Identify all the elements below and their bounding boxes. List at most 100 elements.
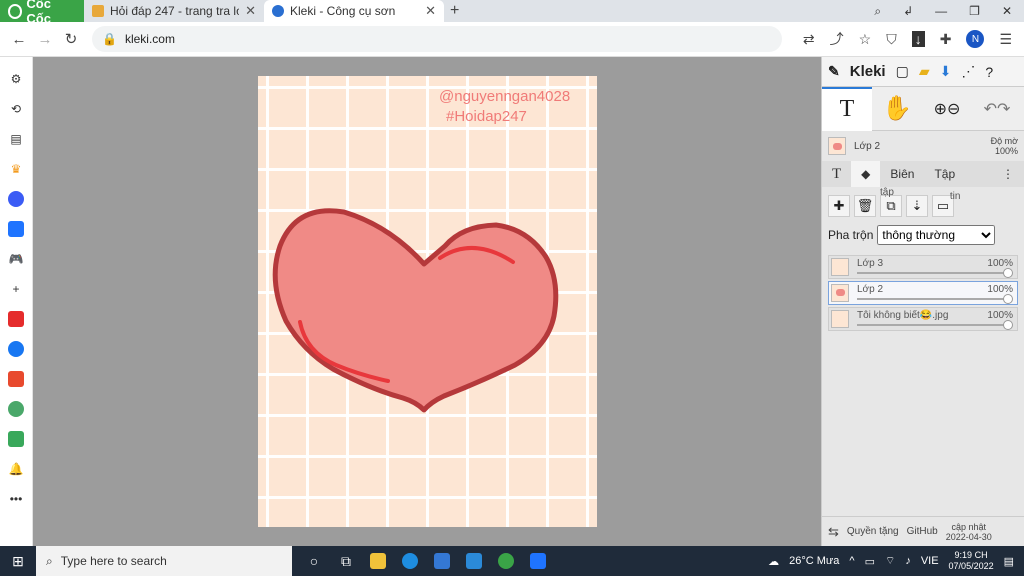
drawing-canvas-area[interactable]: @nguyenngan4028 #Hoidap247 [33, 57, 821, 546]
clock[interactable]: 9:19 CH 07/05/2022 [949, 550, 994, 572]
tab-edit[interactable]: Biên [880, 161, 924, 187]
tab-file[interactable]: Tập [924, 161, 965, 187]
file-explorer-icon[interactable] [370, 553, 386, 569]
more-icon[interactable]: ••• [8, 491, 24, 507]
tab-text[interactable]: T [822, 161, 851, 187]
settings-icon[interactable]: ⚙ [8, 71, 24, 87]
merge-layer-button[interactable]: ⇣ [906, 195, 928, 217]
weather-text[interactable]: 26°C Mưa [789, 555, 839, 567]
hand-tool-icon[interactable]: ✋ [872, 87, 922, 131]
new-tab-icon[interactable]: + [444, 2, 465, 20]
youtube-icon[interactable] [8, 311, 24, 327]
bell-icon[interactable]: 🔔 [8, 461, 24, 477]
volume-icon[interactable]: ♪ [905, 555, 911, 567]
layer-opacity-slider[interactable] [857, 272, 1007, 274]
minimize-icon[interactable]: — [935, 4, 947, 19]
credits-link[interactable]: Quyền tặng [847, 526, 899, 537]
translate-icon[interactable]: ⇄ [803, 31, 815, 48]
back-arrow-icon[interactable]: ← [6, 31, 32, 48]
update-info[interactable]: cập nhật 2022-04-30 [946, 522, 992, 542]
task-view-icon[interactable]: ⧉ [338, 553, 354, 569]
slider-knob[interactable] [1003, 268, 1013, 278]
reading-list-icon[interactable]: ▤ [8, 131, 24, 147]
kleki-header: ✎ Kleki ▢ ▰ ⬇ ⋰ ? [822, 57, 1024, 87]
zalo-taskbar-icon[interactable] [530, 553, 546, 569]
swap-icon[interactable]: ⇆ [828, 524, 839, 540]
current-layer-thumbnail [828, 137, 846, 155]
notification-icon[interactable]: ▤ [1004, 555, 1014, 568]
url-field[interactable]: 🔒 kleki.com [92, 26, 782, 52]
forward-arrow-icon[interactable]: → [32, 31, 58, 48]
blend-mode-row: Pha trộn thông thường [822, 217, 1024, 253]
slider-knob[interactable] [1003, 294, 1013, 304]
github-link[interactable]: GitHub [907, 526, 938, 537]
restore-icon[interactable]: ❐ [969, 4, 980, 19]
tab-title: Hỏi đáp 247 - trang tra loi [110, 4, 240, 18]
close-icon[interactable]: ✕ [425, 3, 436, 19]
layer-opacity-slider[interactable] [857, 324, 1007, 326]
undo-redo-icon[interactable]: ↶↷ [972, 87, 1022, 131]
blend-mode-select[interactable]: thông thường [877, 225, 996, 245]
new-image-icon[interactable]: ▢ [896, 63, 909, 80]
layer-name: Lớp 2 [857, 284, 884, 295]
close-icon[interactable]: ✕ [245, 3, 256, 19]
back-history-icon[interactable]: ↲ [903, 4, 913, 19]
add-layer-button[interactable]: ✚ [828, 195, 850, 217]
layer-item-lop2[interactable]: Lớp 2 100% [828, 281, 1018, 305]
tab-hoidap[interactable]: Hỏi đáp 247 - trang tra loi ✕ [84, 0, 264, 22]
text-tool-button[interactable]: T [822, 86, 872, 131]
share-icon[interactable]: ⤴ [830, 29, 844, 49]
search-tabs-icon[interactable]: ⌕ [874, 4, 881, 19]
shield-icon[interactable]: ⛉ [886, 31, 897, 48]
star-icon[interactable]: ☆ [859, 31, 872, 48]
download-icon[interactable]: ↓ [911, 31, 925, 47]
reload-icon[interactable]: ↻ [58, 30, 84, 48]
open-folder-icon[interactable]: ▰ [919, 63, 930, 80]
tab-layers[interactable]: ◆ [851, 161, 881, 187]
opacity-label: Độ mờ [990, 136, 1018, 146]
mail-icon[interactable] [466, 553, 482, 569]
edge-icon[interactable] [402, 553, 418, 569]
zalo-icon[interactable] [8, 221, 24, 237]
delete-layer-button[interactable]: 🗑 [854, 195, 876, 217]
extensions-icon[interactable]: ✚ [940, 31, 952, 48]
sheet-icon[interactable] [8, 431, 24, 447]
windows-start-icon[interactable]: ⊞ [0, 553, 36, 570]
layer-opacity-slider[interactable] [857, 298, 1007, 300]
network-icon[interactable]: ⌔ [885, 554, 895, 568]
facebook-icon[interactable] [8, 341, 24, 357]
messenger-icon[interactable] [8, 191, 24, 207]
battery-icon[interactable]: ▭ [865, 555, 875, 568]
history-icon[interactable]: ⟲ [8, 101, 24, 117]
coccoc-taskbar-icon[interactable] [498, 553, 514, 569]
gamepad-icon[interactable]: 🎮 [8, 251, 24, 267]
canvas-paper[interactable]: @nguyenngan4028 #Hoidap247 [258, 76, 597, 527]
layer-item-background[interactable]: Tôi không biết😂.jpg 100% [828, 307, 1018, 331]
address-bar: ← → ↻ 🔒 kleki.com ⇄ ⤴ ☆ ⛉ ↓ ✚ N ☰ [0, 22, 1024, 57]
browser-brand[interactable]: Cốc Cốc [0, 0, 84, 26]
language-indicator[interactable]: VIE [921, 555, 939, 567]
chat-icon[interactable] [8, 401, 24, 417]
cortana-icon[interactable]: ○ [306, 553, 322, 569]
menu-icon[interactable]: ☰ [999, 31, 1012, 48]
toolbar-icons: ⇄ ⤴ ☆ ⛉ ↓ ✚ N ☰ [803, 29, 1024, 49]
crown-icon[interactable]: ♛ [8, 161, 24, 177]
opacity-value: 100% [994, 146, 1018, 156]
tab-kleki[interactable]: Kleki - Công cụ sơn ✕ [264, 0, 444, 22]
chevron-up-icon[interactable]: ^ [849, 555, 854, 567]
avatar[interactable]: N [966, 30, 985, 48]
help-icon[interactable]: ? [985, 64, 993, 80]
shopping-icon[interactable] [8, 371, 24, 387]
slider-knob[interactable] [1003, 320, 1013, 330]
share-icon[interactable]: ⋰ [961, 63, 975, 80]
zoom-in-icon[interactable]: ⊕⊖ [922, 87, 972, 131]
download-icon[interactable]: ⬇ [940, 63, 952, 80]
browser-tab-bar: Cốc Cốc Hỏi đáp 247 - trang tra loi ✕ Kl… [0, 0, 1024, 26]
taskbar-search[interactable]: ⌕ Type here to search [36, 546, 292, 576]
window-controls: ⌕ ↲ — ❐ ✕ [874, 4, 1024, 19]
add-icon[interactable]: + [8, 281, 24, 297]
more-options-icon[interactable]: ⋮ [992, 161, 1024, 187]
layer-item-lop3[interactable]: Lớp 3 100% [828, 255, 1018, 279]
close-window-icon[interactable]: ✕ [1002, 4, 1012, 19]
store-icon[interactable] [434, 553, 450, 569]
